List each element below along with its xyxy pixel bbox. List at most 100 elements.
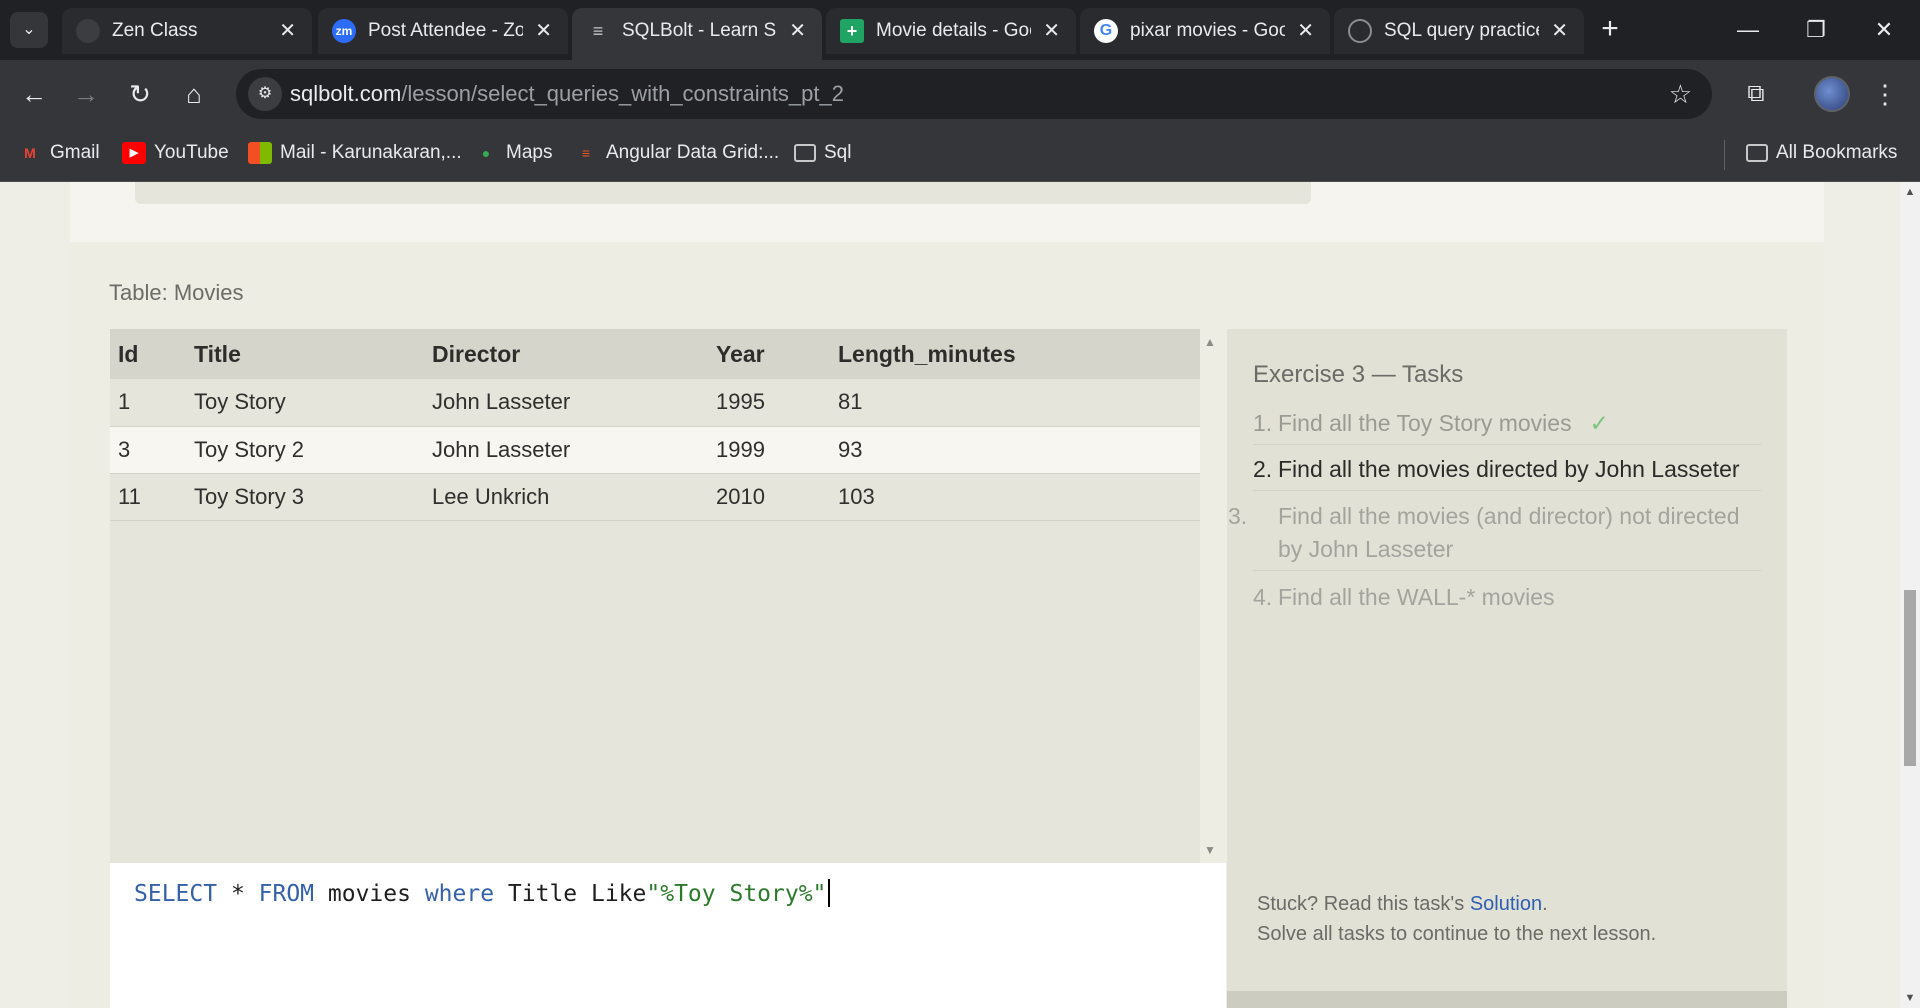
scrollbar-thumb[interactable] [1904,590,1916,766]
scroll-down-icon[interactable]: ▼ [1200,843,1220,857]
page-scrollbar[interactable]: ▲ ▼ [1900,182,1920,1008]
lesson-card: Table: Movies Id Title Director Year Len… [70,182,1824,1008]
bookmark-angular-grid[interactable]: ≡ Angular Data Grid:... [574,142,779,168]
restore-button[interactable]: ❐ [1788,8,1844,52]
microsoft-icon [248,142,272,164]
page-viewport: Table: Movies Id Title Director Year Len… [0,182,1900,1008]
table-cell: Lee Unkrich [424,473,708,521]
table-cell: Toy Story 3 [186,473,424,521]
table-row: 1 Toy Story John Lasseter 1995 81 [110,379,1200,427]
tab-sqlbolt[interactable]: ≡ SQLBolt - Learn SQL ✕ [572,8,822,60]
tab-strip: ⌄ Zen Class ✕ zm Post Attendee - Zoom ✕ … [0,0,1920,60]
column-header: Director [424,329,708,379]
new-tab-button[interactable]: + [1592,12,1628,48]
table-caption: Table: Movies [109,280,244,305]
forward-button[interactable]: → [66,74,106,114]
column-header: Id [110,329,186,379]
table-cell: 2010 [708,473,830,521]
column-header: Title [186,329,424,379]
browser-menu-icon[interactable]: ⋮ [1870,74,1900,114]
tab-movie-details[interactable]: + Movie details - Google Sheets ✕ [826,8,1076,54]
bookmark-maps[interactable]: ● Maps [474,142,553,168]
column-header: Length_minutes [830,329,1200,379]
back-button[interactable]: ← [14,74,54,114]
home-button[interactable]: ⌂ [174,74,214,114]
tab-label: SQL query practice [1384,20,1539,41]
previous-section-edge [135,182,1311,204]
zen-class-icon [76,19,100,43]
maps-icon: ● [481,145,491,161]
table-cell: John Lasseter [424,426,708,474]
sheets-icon: + [840,19,864,43]
table-cell: 1995 [708,379,830,427]
table-cell: 1999 [708,426,830,474]
scroll-up-icon[interactable]: ▲ [1900,186,1920,198]
bookmarks-divider [1724,140,1725,170]
github-icon [1348,19,1372,43]
table-scrollbar[interactable]: ▲ ▼ [1200,329,1220,863]
table-cell: 103 [830,473,1200,521]
close-icon[interactable]: ✕ [535,18,552,43]
tab-zen-class[interactable]: Zen Class ✕ [62,8,312,54]
scroll-down-icon[interactable]: ▼ [1900,992,1920,1004]
bookmark-youtube[interactable]: ▶ YouTube [122,142,229,168]
zoom-icon: zm [332,19,356,43]
bookmark-gmail[interactable]: M Gmail [18,142,99,168]
tab-pixar-search[interactable]: G pixar movies - Google Search ✕ [1080,8,1330,54]
task-item-4: 4. Find all the WALL-* movies [1253,584,1555,610]
table-cell: Toy Story [186,379,424,427]
table-row: 11 Toy Story 3 Lee Unkrich 2010 103 [110,473,1200,521]
url-text[interactable]: sqlbolt.com/lesson/select_queries_with_c… [290,81,844,107]
minimize-button[interactable]: — [1720,8,1776,52]
solution-link[interactable]: Solution [1470,893,1542,915]
table-row: 3 Toy Story 2 John Lasseter 1999 93 [110,426,1200,474]
task-item-3: 3. Find all the movies (and director) not… [1228,500,1761,571]
tab-label: pixar movies - Google Search [1130,20,1285,41]
youtube-icon: ▶ [122,142,146,164]
ag-grid-icon: ≡ [581,145,591,161]
browser-toolbar: ← → ↻ ⌂ ⚙ sqlbolt.com/lesson/select_quer… [0,60,1920,128]
continue-note: Solve all tasks to continue to the next … [1257,923,1657,945]
google-icon: G [1094,19,1118,43]
site-info-icon[interactable]: ⚙ [248,77,282,111]
gmail-icon: M [24,145,36,161]
sql-query-editor[interactable]: SELECT * FROM movies where Title Like"%T… [110,863,1226,1008]
task-item-1: 1. Find all the Toy Story movies ✓ [1253,407,1761,445]
tab-search-button[interactable]: ⌄ [10,12,48,48]
bookmark-star-icon[interactable]: ☆ [1669,79,1692,110]
tab-sql-practice[interactable]: SQL query practice ✕ [1334,8,1584,54]
close-icon[interactable]: ✕ [1297,18,1314,43]
all-bookmarks-button[interactable]: All Bookmarks [1746,142,1897,168]
window-close-button[interactable]: ✕ [1856,8,1912,52]
results-table: Id Title Director Year Length_minutes 1 … [110,329,1200,521]
table-cell: 1 [110,379,186,427]
tab-label: Zen Class [112,20,198,41]
tasks-panel-footer [1227,991,1787,1008]
tasks-title: Exercise 3 — Tasks [1253,361,1464,388]
table-cell: Toy Story 2 [186,426,424,474]
tab-label: SQLBolt - Learn SQL [622,20,777,41]
close-icon[interactable]: ✕ [279,18,296,43]
extensions-icon[interactable]: ⧉ [1736,74,1776,114]
address-bar[interactable]: ⚙ sqlbolt.com/lesson/select_queries_with… [236,69,1712,119]
close-icon[interactable]: ✕ [1551,18,1568,43]
table-cell: 11 [110,473,186,521]
table-cell: 93 [830,426,1200,474]
tab-zoom[interactable]: zm Post Attendee - Zoom ✕ [318,8,568,54]
database-icon: ≡ [592,21,604,41]
close-icon[interactable]: ✕ [1043,18,1060,43]
help-text: Stuck? Read this task's Solution. Solve … [1257,889,1656,949]
bookmark-mail[interactable]: Mail - Karunakaran,... [248,142,462,168]
text-cursor [828,879,831,907]
tasks-panel: Exercise 3 — Tasks 1. Find all the Toy St… [1227,329,1787,1008]
close-icon[interactable]: ✕ [789,18,806,43]
avatar[interactable] [1814,76,1850,112]
reload-button[interactable]: ↻ [120,74,160,114]
query-text[interactable]: SELECT * FROM movies where Title Like"%T… [134,879,831,907]
table-cell: 3 [110,426,186,474]
table-cell: John Lasseter [424,379,708,427]
scroll-up-icon[interactable]: ▲ [1200,335,1220,349]
bookmark-folder-sql[interactable]: Sql [794,142,851,168]
bookmarks-bar: M Gmail ▶ YouTube Mail - Karunakaran,... ●… [0,128,1920,182]
column-header: Year [708,329,830,379]
